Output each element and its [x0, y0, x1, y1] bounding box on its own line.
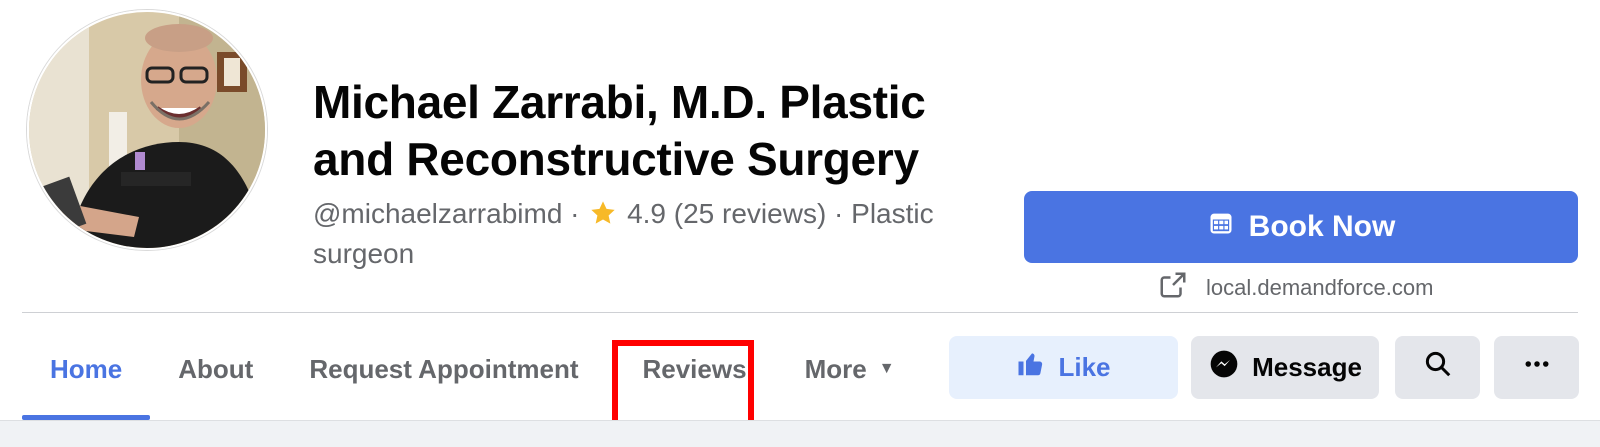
tab-label: More [804, 353, 867, 384]
separator: · [834, 198, 844, 229]
book-now-label: Book Now [1248, 210, 1396, 243]
page-handle: @michaelzarrabimd [313, 198, 563, 229]
tab-more[interactable]: More ▼ [777, 336, 923, 402]
star-icon [589, 199, 617, 236]
tab-request-appointment[interactable]: Request Appointment [281, 336, 606, 402]
page-title: Michael Zarrabi, M.D. Plastic and Recons… [313, 76, 926, 185]
search-icon [1423, 349, 1453, 386]
external-link-icon [1158, 270, 1188, 306]
tab-label: Request Appointment [309, 353, 579, 384]
page-tabs: Home About Request Appointment Reviews M… [22, 336, 923, 420]
caret-down-icon: ▼ [878, 360, 895, 377]
review-count[interactable]: (25 reviews) [674, 198, 826, 229]
tab-label: Home [50, 353, 123, 384]
message-label: Message [1252, 352, 1362, 382]
tab-about[interactable]: About [150, 336, 281, 402]
like-label: Like [1058, 352, 1111, 382]
calendar-icon [1207, 209, 1235, 245]
more-options-button[interactable] [1494, 336, 1579, 399]
search-button[interactable] [1395, 336, 1480, 399]
ellipsis-icon [1522, 349, 1552, 386]
website-link[interactable]: local.demandforce.com [1158, 270, 1433, 306]
message-button[interactable]: Message [1191, 336, 1379, 399]
reviews-highlight-box [612, 340, 754, 428]
like-button[interactable]: Like [949, 336, 1178, 399]
profile-photo[interactable] [27, 10, 267, 250]
cover-photo: ▀▀▀▀▀▀ ▀▀▀▀▀▀▀▀ ▀▀▀▀ [300, 0, 1280, 6]
thumbs-up-icon [1016, 349, 1046, 386]
page-meta: @michaelzarrabimd · 4.9 (25 reviews) · P… [313, 196, 973, 272]
messenger-icon [1208, 348, 1240, 387]
book-now-button[interactable]: Book Now [1024, 191, 1578, 263]
page-body-background [0, 420, 1600, 447]
website-url[interactable]: local.demandforce.com [1206, 275, 1433, 301]
rating-value[interactable]: 4.9 [627, 198, 666, 229]
separator: · [570, 198, 580, 229]
tab-label: About [178, 353, 254, 384]
tab-home[interactable]: Home [22, 336, 151, 420]
header-divider [22, 312, 1578, 313]
